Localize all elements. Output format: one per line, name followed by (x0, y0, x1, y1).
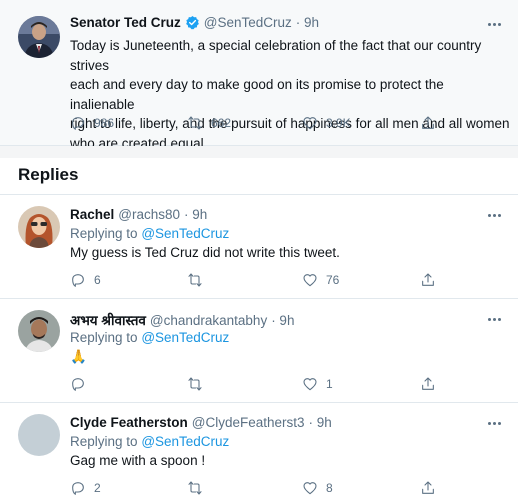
like-count: 1 (326, 377, 333, 391)
main-tweet[interactable]: Senator Ted Cruz @SenTedCruz · 9h Today … (0, 0, 518, 151)
ted-cruz-avatar-photo (18, 16, 60, 58)
reply-text: 🙏 (70, 349, 87, 364)
replying-to: Replying to @SenTedCruz (70, 434, 229, 449)
reply-item[interactable]: Rachel @rachs80 · 9h Replying to @SenTed… (0, 195, 518, 298)
like-button[interactable]: 3.9K (302, 115, 351, 131)
share-button[interactable] (420, 376, 436, 392)
author-handle[interactable]: @rachs80 (118, 207, 180, 222)
author-name[interactable]: Rachel (70, 207, 114, 222)
share-icon (422, 481, 434, 494)
author-handle[interactable]: @chandrakantabhy (150, 313, 267, 328)
reply-header: अभय श्रीवास्तव @chandrakantabhy · 9h (70, 311, 294, 329)
like-button[interactable]: 76 (302, 272, 339, 288)
reply-button[interactable]: 6 (70, 272, 101, 288)
author-name[interactable]: Clyde Featherston (70, 415, 188, 430)
more-options-icon[interactable] (484, 416, 504, 430)
author-name[interactable]: Senator Ted Cruz (70, 15, 181, 30)
retweet-icon (188, 116, 202, 130)
replying-to: Replying to @SenTedCruz (70, 330, 229, 345)
tweet-text-line: each and every day to make good on its p… (70, 77, 444, 112)
share-icon (422, 273, 434, 286)
tweet-text: Today is Juneteenth, a special celebrati… (70, 36, 510, 153)
author-handle[interactable]: @ClydeFeatherst3 (192, 415, 305, 430)
reply-header: Clyde Featherston @ClydeFeatherst3 · 9h (70, 415, 332, 430)
share-icon (422, 116, 434, 129)
reply-button[interactable]: 2 (70, 480, 101, 496)
reply-count: 2 (94, 481, 101, 495)
reply-time[interactable]: · 9h (271, 313, 294, 328)
like-count: 8 (326, 481, 333, 495)
heart-icon (303, 117, 317, 130)
reply-time[interactable]: · 9h (184, 207, 207, 222)
heart-icon (303, 378, 317, 391)
verified-badge-icon (185, 15, 199, 30)
reply-actions: 6 76 (70, 272, 510, 290)
like-count: 76 (326, 273, 340, 287)
replying-to-link[interactable]: @SenTedCruz (141, 434, 229, 449)
retweet-button[interactable] (187, 480, 211, 496)
reply-actions: 1 (70, 376, 510, 394)
retweet-icon (188, 481, 202, 495)
share-icon (422, 377, 434, 390)
share-button[interactable] (420, 272, 436, 288)
replying-to-link[interactable]: @SenTedCruz (141, 330, 229, 345)
abhay-avatar-photo (18, 310, 60, 352)
avatar[interactable] (18, 310, 60, 352)
replies-heading: Replies (18, 165, 79, 184)
like-button[interactable]: 8 (302, 480, 333, 496)
reply-icon (72, 378, 84, 391)
reply-text: My guess is Ted Cruz did not write this … (70, 245, 340, 260)
replying-to-link[interactable]: @SenTedCruz (141, 226, 229, 241)
retweet-button[interactable]: 662 (187, 115, 231, 131)
tweet-time[interactable]: · 9h (296, 15, 319, 30)
author-handle[interactable]: @SenTedCruz (204, 15, 292, 30)
reply-icon (72, 117, 84, 130)
replying-to-label: Replying to (70, 226, 138, 241)
like-button[interactable]: 1 (302, 376, 333, 392)
reply-time[interactable]: · 9h (309, 415, 332, 430)
section-gap (0, 146, 518, 158)
rachel-avatar-photo (18, 206, 60, 248)
retweet-icon (188, 377, 202, 391)
reply-icon (72, 274, 84, 287)
reply-button[interactable] (70, 376, 94, 392)
reply-header: Rachel @rachs80 · 9h (70, 207, 207, 222)
reply-count: 986 (94, 116, 115, 130)
avatar[interactable] (18, 206, 60, 248)
retweet-count: 662 (211, 116, 232, 130)
heart-icon (303, 274, 317, 287)
reply-item[interactable]: अभय श्रीवास्तव @chandrakantabhy · 9h Rep… (0, 299, 518, 402)
retweet-icon (188, 273, 202, 287)
reply-count: 6 (94, 273, 101, 287)
avatar[interactable] (18, 414, 60, 456)
tweet-actions: 986 662 3.9K (70, 115, 510, 133)
heart-icon (303, 482, 317, 495)
reply-text: Gag me with a spoon ! (70, 453, 206, 468)
reply-item[interactable]: Clyde Featherston @ClydeFeatherst3 · 9h … (0, 403, 518, 502)
tweet-text-line: Today is Juneteenth, a special celebrati… (70, 38, 482, 73)
retweet-button[interactable] (187, 272, 211, 288)
share-button[interactable] (420, 480, 436, 496)
reply-icon (72, 482, 84, 495)
retweet-button[interactable] (187, 376, 211, 392)
more-options-icon[interactable] (484, 208, 504, 222)
like-count: 3.9K (326, 116, 351, 130)
avatar[interactable] (18, 16, 60, 58)
tweet-header: Senator Ted Cruz @SenTedCruz · 9h (70, 15, 319, 30)
more-options-icon[interactable] (484, 312, 504, 326)
author-name[interactable]: अभय श्रीवास्तव (70, 311, 146, 329)
replying-to-label: Replying to (70, 330, 138, 345)
share-button[interactable] (420, 115, 436, 131)
default-avatar-placeholder (18, 414, 60, 456)
more-options-icon[interactable] (484, 17, 504, 31)
replying-to-label: Replying to (70, 434, 138, 449)
replying-to: Replying to @SenTedCruz (70, 226, 229, 241)
reply-button[interactable]: 986 (70, 115, 114, 131)
reply-actions: 2 8 (70, 480, 510, 498)
